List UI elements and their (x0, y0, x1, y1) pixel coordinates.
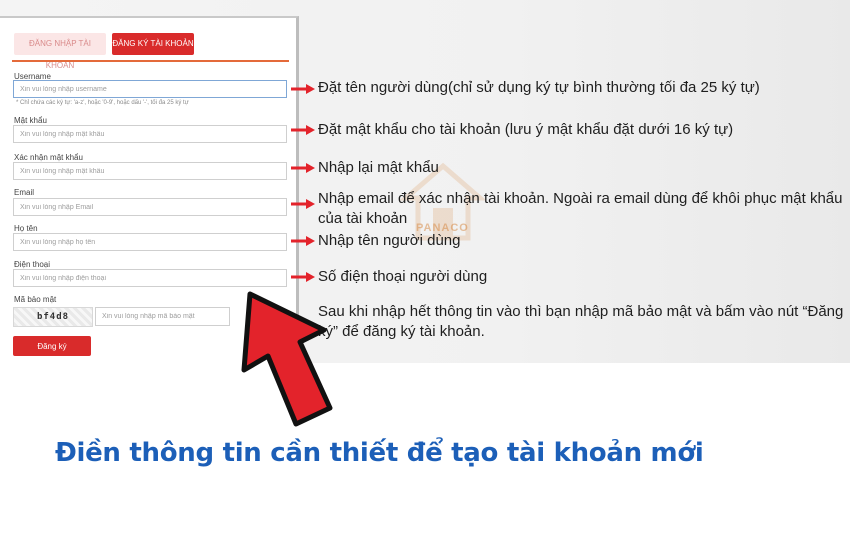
email-input[interactable] (13, 198, 287, 216)
confirm-password-input[interactable] (13, 162, 287, 180)
captcha-label: Mã bảo mật (14, 295, 57, 304)
note-username: Đặt tên người dùng(chỉ sử dụng ký tự bìn… (318, 79, 760, 96)
confirm-password-label: Xác nhận mật khẩu (14, 153, 83, 162)
full-name-label: Họ tên (14, 224, 38, 233)
arrow-right-icon (291, 84, 315, 94)
note-email: Nhập email để xác nhận tài khoản. Ngoài … (318, 190, 843, 227)
arrow-right-icon (291, 199, 315, 209)
phone-label: Điện thoại (14, 260, 51, 269)
full-name-input[interactable] (13, 233, 287, 251)
note-phone: Số điện thoại người dùng (318, 268, 488, 285)
note-final: Sau khi nhập hết thông tin vào thì bạn n… (318, 303, 844, 340)
password-input[interactable] (13, 125, 287, 143)
username-input[interactable] (13, 80, 287, 98)
tab-register[interactable]: ĐĂNG KÝ TÀI KHOẢN (112, 33, 194, 55)
arrow-right-icon (291, 272, 315, 282)
phone-input[interactable] (13, 269, 287, 287)
tab-login[interactable]: ĐĂNG NHẬP TÀI KHOẢN (14, 33, 106, 70)
arrow-right-icon (291, 163, 315, 173)
arrow-right-icon (291, 125, 315, 135)
note-password: Đặt mật khẩu cho tài khoản (lưu ý mật kh… (318, 121, 734, 138)
captcha-image: bf4d8 (13, 307, 93, 327)
password-label: Mật khẩu (14, 116, 47, 125)
register-button[interactable]: Đăng ký (13, 336, 91, 356)
big-arrow-up-icon (241, 291, 333, 427)
tab-underline (12, 60, 289, 62)
headline: Điền thông tin cần thiết để tạo tài khoả… (55, 438, 704, 468)
note-confirm-password: Nhập lại mật khẩu (318, 159, 439, 176)
captcha-input[interactable] (95, 307, 230, 326)
username-hint: * Chỉ chứa các ký tự: 'a-z', hoặc '0-9',… (16, 100, 189, 106)
note-full-name: Nhập tên người dùng (318, 232, 461, 249)
arrow-right-icon (291, 236, 315, 246)
email-label: Email (14, 188, 35, 197)
